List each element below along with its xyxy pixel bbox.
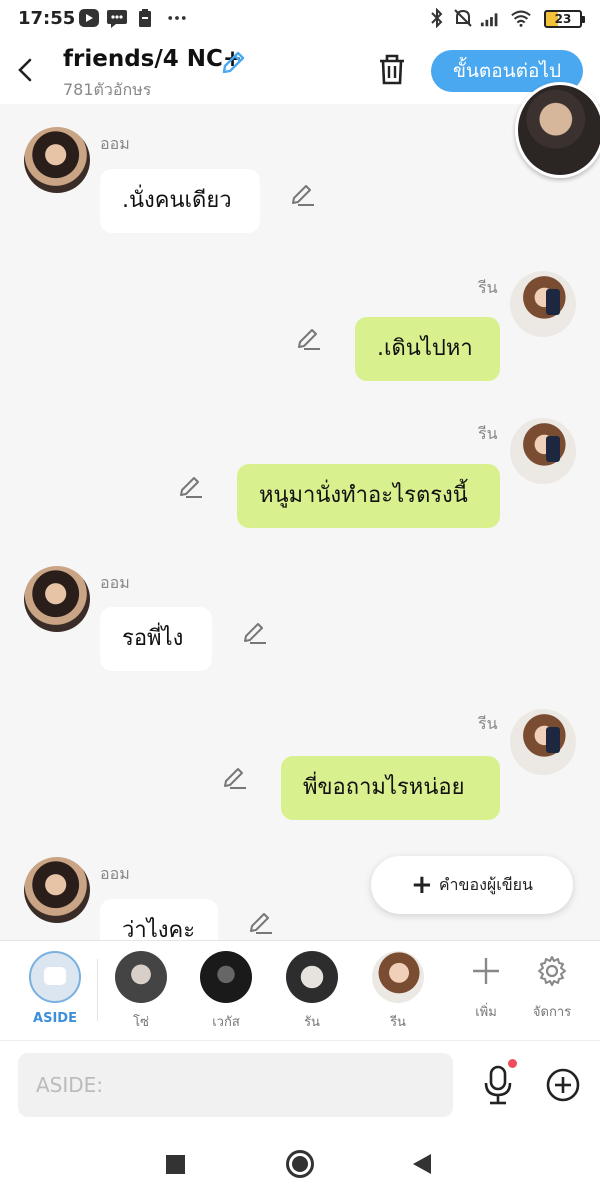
bluetooth-icon [431,8,443,28]
avatar [200,951,252,1003]
system-nav-bar [0,1130,600,1200]
character-label: รีน [390,1015,406,1030]
microphone-button[interactable] [480,1061,516,1109]
mute-icon [454,9,472,27]
manage-button[interactable]: จัดการ [524,955,580,1035]
status-time: 17:55 [18,8,76,29]
edit-title-button[interactable] [220,48,248,76]
home-button[interactable] [286,1150,314,1178]
character-count: 781ตัวอักษร [63,80,152,99]
message-bubble[interactable]: รอพี่ไง [100,607,212,671]
add-attachment-button[interactable] [545,1067,581,1103]
chat-area[interactable]: ออม .นั่งคนเดียว รีน .เดินไปหา รีน หนูมา… [0,104,600,940]
divider [97,959,98,1021]
speaker-name: รีน [478,424,498,443]
avatar[interactable] [24,857,90,923]
add-label: เพิ่ม [475,1005,497,1020]
delete-button[interactable] [376,52,408,88]
character-label: ASIDE [33,1011,77,1026]
avatar[interactable] [510,709,576,775]
clipboard-icon [139,9,151,27]
character-selector: ASIDE โซ่ เวกัส รัน รีน เพิ่ม จัดการ [0,940,600,1040]
avatar [286,951,338,1003]
avatar[interactable] [24,566,90,632]
manage-label: จัดการ [532,1005,572,1020]
speaker-name: ออม [100,573,130,592]
message-bubble[interactable]: .เดินไปหา [355,317,500,381]
add-character-button[interactable]: เพิ่ม [458,955,514,1035]
system-back-button[interactable] [413,1154,431,1174]
writer-note-button[interactable]: + คำของผู้เขียน [371,856,573,914]
edit-message-icon[interactable] [296,326,322,352]
avatar[interactable] [24,127,90,193]
speaker-name: ออม [100,864,130,883]
composer [0,1040,600,1130]
back-button[interactable] [10,52,40,88]
plus-icon: + [411,870,433,900]
avatar [115,951,167,1003]
character-label: รัน [304,1015,320,1030]
avatar [372,951,424,1003]
plus-icon [473,958,499,984]
message-icon [107,10,127,28]
edit-message-icon[interactable] [242,620,268,646]
header: friends/4 NC+ 781ตัวอักษร ขั้นตอนต่อไป [0,38,600,104]
notification-dot [508,1059,517,1068]
writer-note-label: คำของผู้เขียน [438,875,533,894]
battery-indicator: 23 [544,10,585,28]
edit-message-icon[interactable] [178,474,204,500]
speaker-name: ออม [100,134,130,153]
character-run[interactable]: รัน [277,951,347,1037]
more-icon [168,16,186,20]
page-title: friends/4 NC+ [63,46,243,72]
character-label: โซ่ [133,1015,149,1030]
gear-icon [538,956,566,986]
signal-icon [480,13,498,27]
edit-message-icon[interactable] [248,910,274,936]
edit-message-icon[interactable] [290,182,316,208]
recents-button[interactable] [166,1155,185,1174]
message-bubble[interactable]: .นั่งคนเดียว [100,169,260,233]
message-bubble[interactable]: ว่าไงคะ [100,899,218,940]
video-app-icon [79,9,99,27]
avatar[interactable] [510,271,576,337]
edit-message-icon[interactable] [222,765,248,791]
wifi-icon [511,10,531,27]
message-bubble[interactable]: หนูมานั่งทำอะไรตรงนี้ [237,464,500,528]
status-bar: 17:55 23 [0,0,600,38]
character-wekas[interactable]: เวกัส [191,951,261,1037]
character-reen[interactable]: รีน [363,951,433,1037]
message-input[interactable] [18,1053,453,1117]
aside-icon [29,951,81,1003]
avatar[interactable] [510,418,576,484]
character-sho[interactable]: โซ่ [106,951,176,1037]
character-aside[interactable]: ASIDE [20,951,90,1037]
speaker-name: รีน [478,714,498,733]
speaker-name: รีน [478,278,498,297]
character-label: เวกัส [212,1015,240,1030]
message-bubble[interactable]: พี่ขอถามไรหน่อย [281,756,500,820]
